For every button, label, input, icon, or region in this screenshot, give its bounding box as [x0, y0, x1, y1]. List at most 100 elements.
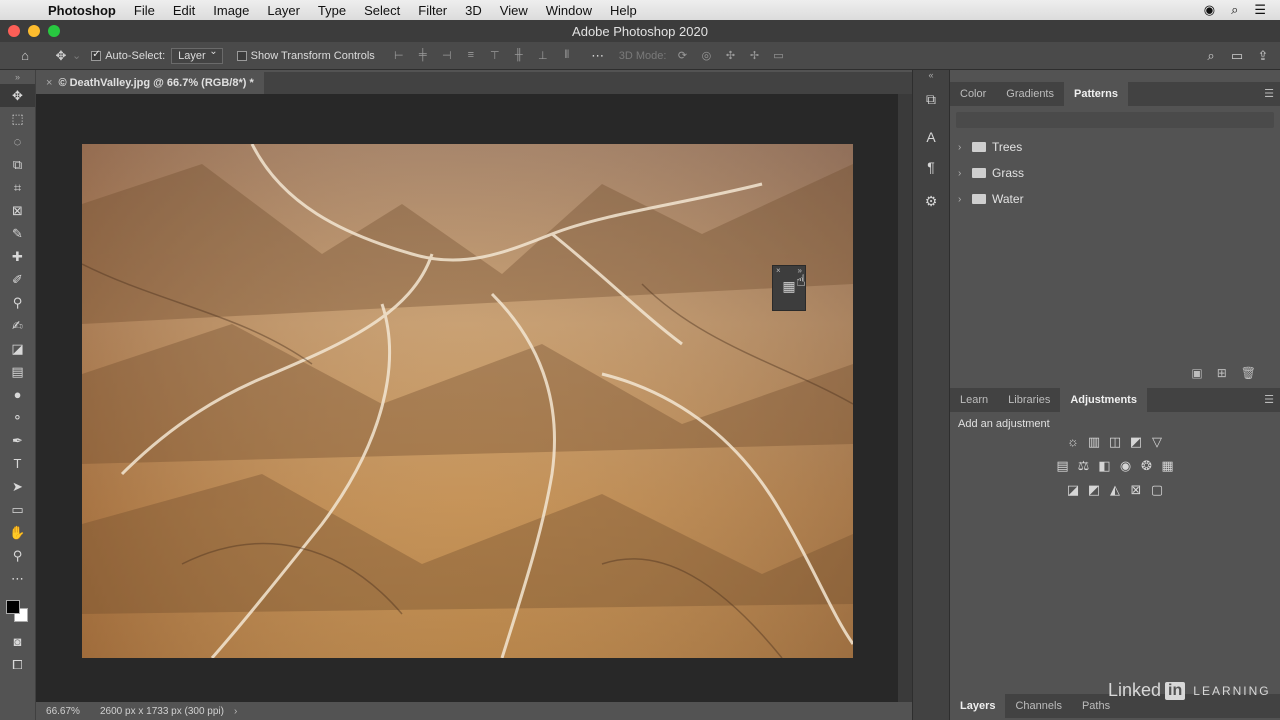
chevron-right-icon[interactable]: ›: [958, 168, 966, 179]
3d-roll-icon[interactable]: ◎: [696, 49, 716, 62]
black-white-icon[interactable]: ◧: [1097, 458, 1113, 476]
tab-gradients[interactable]: Gradients: [996, 82, 1064, 106]
lasso-tool-icon[interactable]: ◌: [0, 130, 35, 153]
align-middle-icon[interactable]: ╫: [509, 49, 529, 62]
photo-filter-icon[interactable]: ◉: [1118, 458, 1134, 476]
chevron-right-icon[interactable]: ›: [958, 142, 966, 153]
blur-tool-icon[interactable]: ●: [0, 383, 35, 406]
quick-mask-icon[interactable]: ◙: [0, 630, 35, 653]
menu-help[interactable]: Help: [601, 3, 646, 18]
channel-mixer-icon[interactable]: ❂: [1139, 458, 1155, 476]
foreground-color-swatch[interactable]: [6, 600, 20, 614]
share-icon[interactable]: ⇪: [1252, 48, 1274, 64]
vibrance-icon[interactable]: ▽: [1149, 434, 1165, 452]
menu-window[interactable]: Window: [537, 3, 601, 18]
tab-adjustments[interactable]: Adjustments: [1060, 388, 1147, 412]
tab-channels[interactable]: Channels: [1005, 694, 1071, 718]
new-group-icon[interactable]: ▣: [1191, 366, 1202, 380]
3d-pan-icon[interactable]: ✣: [720, 49, 740, 62]
preset-dropdown-arrow[interactable]: ⌄: [72, 49, 81, 62]
brightness-contrast-icon[interactable]: ☼: [1065, 434, 1081, 452]
3d-orbit-icon[interactable]: ⟳: [672, 49, 692, 62]
new-pattern-icon[interactable]: ⊞: [1217, 366, 1227, 380]
document-info[interactable]: 2600 px x 1733 px (300 ppi): [100, 706, 224, 717]
color-lookup-icon[interactable]: ▦: [1160, 458, 1176, 476]
paragraph-panel-icon[interactable]: ¶: [913, 152, 949, 182]
transform-controls-checkbox[interactable]: [236, 50, 247, 61]
selective-color-icon[interactable]: ▢: [1149, 482, 1165, 500]
move-tool-preset-icon[interactable]: ✥: [50, 48, 72, 64]
pattern-folder-grass[interactable]: › Grass: [950, 160, 1280, 186]
minimize-window-button[interactable]: [28, 25, 40, 37]
object-selection-tool-icon[interactable]: ⧉: [0, 153, 35, 176]
history-panel-icon[interactable]: ⧉: [913, 84, 949, 114]
align-center-icon[interactable]: ╪: [413, 49, 433, 62]
creative-cloud-icon[interactable]: ◉: [1204, 2, 1215, 18]
distribute-icon[interactable]: ≡: [461, 49, 481, 62]
auto-select-checkbox[interactable]: [91, 49, 102, 61]
threshold-icon[interactable]: ◭: [1107, 482, 1123, 500]
tab-libraries[interactable]: Libraries: [998, 388, 1060, 412]
hand-tool-icon[interactable]: ✋: [0, 521, 35, 544]
patterns-search-bar[interactable]: [956, 112, 1274, 128]
curves-icon[interactable]: ◫: [1107, 434, 1123, 452]
history-brush-tool-icon[interactable]: ✍: [0, 314, 35, 337]
menu-file[interactable]: File: [125, 3, 164, 18]
status-more-icon[interactable]: ›: [234, 706, 237, 717]
spotlight-search-icon[interactable]: ⌕: [1231, 2, 1238, 18]
marquee-tool-icon[interactable]: ⬚: [0, 107, 35, 130]
tab-patterns[interactable]: Patterns: [1064, 82, 1129, 106]
3d-slide-icon[interactable]: ✢: [744, 49, 764, 62]
tab-color[interactable]: Color: [950, 82, 996, 106]
edit-toolbar-icon[interactable]: ⋯: [0, 567, 35, 590]
tab-learn[interactable]: Learn: [950, 388, 998, 412]
distribute-vertical-icon[interactable]: ⦀: [557, 49, 577, 62]
collapse-tools-icon[interactable]: »: [0, 70, 35, 84]
close-window-button[interactable]: [8, 25, 20, 37]
auto-select-dropdown[interactable]: Layer: [171, 46, 223, 64]
hue-saturation-icon[interactable]: ▤: [1055, 458, 1071, 476]
align-bottom-icon[interactable]: ⊥: [533, 49, 553, 62]
menu-edit[interactable]: Edit: [164, 3, 204, 18]
gradient-tool-icon[interactable]: ▤: [0, 360, 35, 383]
clone-stamp-tool-icon[interactable]: ⚲: [0, 291, 35, 314]
menu-layer[interactable]: Layer: [258, 3, 309, 18]
character-panel-icon[interactable]: A: [913, 122, 949, 152]
zoom-window-button[interactable]: [48, 25, 60, 37]
patterns-panel-menu-icon[interactable]: ☰: [1264, 87, 1274, 100]
invert-icon[interactable]: ◪: [1065, 482, 1081, 500]
menu-app[interactable]: Photoshop: [44, 3, 125, 18]
notification-list-icon[interactable]: ☰: [1254, 2, 1266, 18]
screen-mode-icon[interactable]: ⧠: [0, 653, 35, 676]
workspace-icon[interactable]: ▭: [1226, 48, 1248, 64]
chevron-right-icon[interactable]: ›: [958, 194, 966, 205]
document-tab[interactable]: × © DeathValley.jpg @ 66.7% (RGB/8*) *: [36, 72, 264, 94]
tab-layers[interactable]: Layers: [950, 694, 1006, 718]
healing-brush-tool-icon[interactable]: ✚: [0, 245, 35, 268]
float-close-icon[interactable]: ×: [776, 266, 781, 278]
dodge-tool-icon[interactable]: ⚬: [0, 406, 35, 429]
eyedropper-tool-icon[interactable]: ✎: [0, 222, 35, 245]
move-tool-icon[interactable]: ✥: [0, 84, 35, 107]
pattern-folder-trees[interactable]: › Trees: [950, 134, 1280, 160]
gradient-map-icon[interactable]: ⊠: [1128, 482, 1144, 500]
search-icon[interactable]: ⌕: [1200, 48, 1222, 64]
rectangle-tool-icon[interactable]: ▭: [0, 498, 35, 521]
pen-tool-icon[interactable]: ✒: [0, 429, 35, 452]
document-image[interactable]: [82, 144, 853, 658]
align-top-icon[interactable]: ⊤: [485, 49, 505, 62]
zoom-level[interactable]: 66.67%: [36, 706, 90, 717]
vertical-scrollbar[interactable]: [898, 94, 912, 702]
pattern-folder-water[interactable]: › Water: [950, 186, 1280, 212]
menu-3d[interactable]: 3D: [456, 3, 491, 18]
properties-panel-icon[interactable]: ⚙: [913, 186, 949, 216]
expand-panels-icon[interactable]: «: [913, 70, 949, 84]
align-left-icon[interactable]: ⊢: [389, 49, 409, 62]
menu-filter[interactable]: Filter: [409, 3, 456, 18]
menu-image[interactable]: Image: [204, 3, 258, 18]
brush-tool-icon[interactable]: ✐: [0, 268, 35, 291]
type-tool-icon[interactable]: T: [0, 452, 35, 475]
menu-select[interactable]: Select: [355, 3, 409, 18]
adjustments-panel-menu-icon[interactable]: ☰: [1264, 393, 1274, 406]
more-options-icon[interactable]: ⋯: [587, 48, 609, 64]
